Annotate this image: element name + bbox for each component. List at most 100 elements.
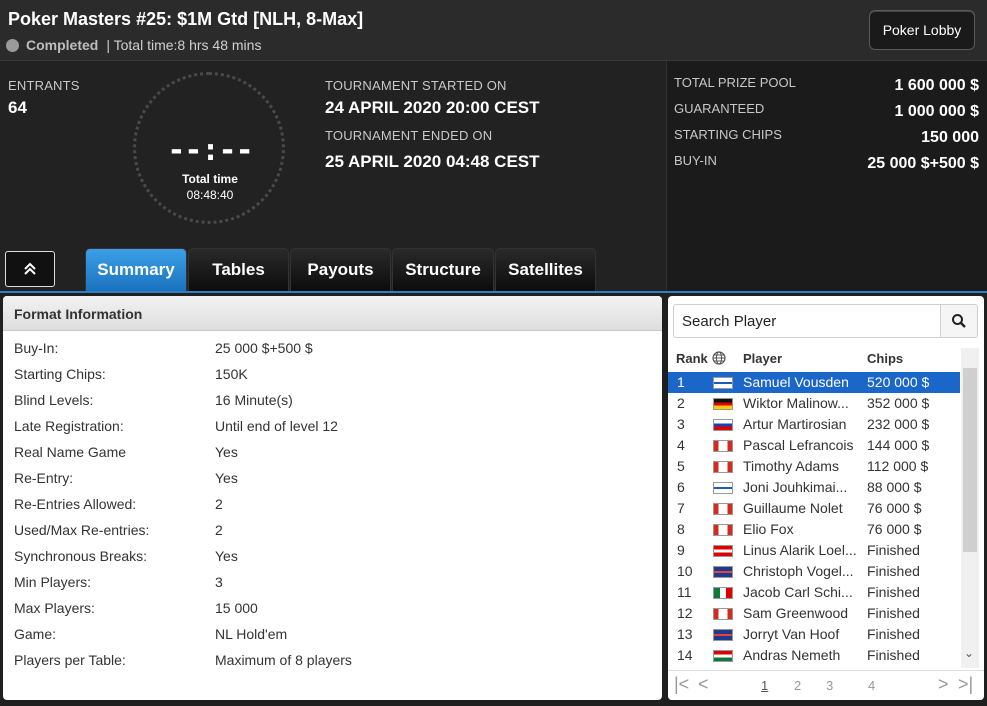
player-row[interactable]: 9 Linus Alarik Loel... Finished xyxy=(668,540,960,561)
buyin-value: 25 000 $+500 $ xyxy=(867,155,979,172)
globe-icon[interactable] xyxy=(712,351,726,365)
tab-summary[interactable]: Summary xyxy=(85,248,187,291)
flag-canada-icon xyxy=(713,608,733,620)
flag-uk-icon xyxy=(713,629,733,641)
player-row[interactable]: 12 Sam Greenwood Finished xyxy=(668,603,960,624)
format-row: Synchronous Breaks: Yes xyxy=(3,543,662,569)
search-button[interactable] xyxy=(940,304,978,338)
player-row[interactable]: 1 Samuel Vousden 520 000 $ xyxy=(668,372,960,393)
player-name: Samuel Vousden xyxy=(743,374,849,390)
player-rank: 8 xyxy=(677,521,685,537)
scrollbar-thumb[interactable] xyxy=(963,368,977,552)
player-rank: 10 xyxy=(677,563,693,579)
player-row[interactable]: 10 Christoph Vogel... Finished xyxy=(668,561,960,582)
player-name: Wiktor Malinow... xyxy=(743,395,849,411)
player-row[interactable]: 8 Elio Fox 76 000 $ xyxy=(668,519,960,540)
format-row: Re-Entry: Yes xyxy=(3,465,662,491)
flag-finland-icon xyxy=(713,377,733,389)
status-row: Completed | Total time:8 hrs 48 mins xyxy=(6,37,261,53)
player-chips: 144 000 $ xyxy=(867,437,930,453)
column-rank[interactable]: Rank xyxy=(676,351,708,366)
flag-canada-icon xyxy=(713,524,733,536)
search-icon xyxy=(952,314,966,328)
tab-satellites[interactable]: Satellites xyxy=(495,248,596,291)
format-label: Min Players: xyxy=(14,574,92,590)
player-chips: 520 000 $ xyxy=(867,374,930,390)
format-label: Used/Max Re-entries: xyxy=(14,522,150,538)
flag-canada-icon xyxy=(713,503,733,515)
column-chips[interactable]: Chips xyxy=(867,351,903,366)
format-row: Real Name Game Yes xyxy=(3,439,662,465)
player-row[interactable]: 4 Pascal Lefrancois 144 000 $ xyxy=(668,435,960,456)
format-value: 2 xyxy=(215,496,223,512)
tournament-title: Poker Masters #25: $1M Gtd [NLH, 8-Max] xyxy=(8,9,364,29)
format-label: Players per Table: xyxy=(14,652,126,668)
format-row: Max Players: 15 000 xyxy=(3,595,662,621)
tab-tables[interactable]: Tables xyxy=(188,248,289,291)
player-rank: 12 xyxy=(677,605,693,621)
flag-canada-icon xyxy=(713,440,733,452)
player-row[interactable]: 14 Andras Nemeth Finished xyxy=(668,645,960,666)
tab-divider xyxy=(0,291,987,293)
tab-payouts[interactable]: Payouts xyxy=(290,248,391,291)
total-time-text: | Total time:8 hrs 48 mins xyxy=(106,37,262,53)
format-value: 16 Minute(s) xyxy=(215,392,293,408)
player-row[interactable]: 6 Joni Jouhkimai... 88 000 $ xyxy=(668,477,960,498)
first-page-icon[interactable]: |< xyxy=(674,674,689,695)
last-page-icon[interactable]: >| xyxy=(958,674,973,695)
scroll-down-icon[interactable]: ⌄ xyxy=(964,646,974,660)
player-row[interactable]: 3 Artur Martirosian 232 000 $ xyxy=(668,414,960,435)
format-value: Yes xyxy=(215,470,238,486)
page-1[interactable]: 1 xyxy=(761,678,768,693)
player-row[interactable]: 7 Guillaume Nolet 76 000 $ xyxy=(668,498,960,519)
format-row: Game: NL Hold'em xyxy=(3,621,662,647)
format-value: Until end of level 12 xyxy=(215,418,338,434)
flag-finland-icon xyxy=(713,482,733,494)
player-name: Linus Alarik Loel... xyxy=(743,542,857,558)
flag-germany-icon xyxy=(713,398,733,410)
status-text: Completed xyxy=(26,37,99,53)
format-value: Yes xyxy=(215,548,238,564)
guaranteed-label: GUARANTEED xyxy=(674,101,765,116)
player-name: Andras Nemeth xyxy=(743,647,841,663)
poker-lobby-button[interactable]: Poker Lobby xyxy=(869,10,975,50)
player-row[interactable]: 2 Wiktor Malinow... 352 000 $ xyxy=(668,393,960,414)
format-value: 3 xyxy=(215,574,223,590)
ended-value: 25 APRIL 2020 04:48 CEST xyxy=(325,152,540,171)
player-chips: 76 000 $ xyxy=(867,500,922,516)
player-row[interactable]: 5 Timothy Adams 112 000 $ xyxy=(668,456,960,477)
format-label: Real Name Game xyxy=(14,444,127,460)
page-2[interactable]: 2 xyxy=(794,678,801,693)
format-value: Maximum of 8 players xyxy=(215,652,352,668)
buyin-label: BUY-IN xyxy=(674,153,717,168)
flag-austria-icon xyxy=(713,545,733,557)
player-chips: Finished xyxy=(867,647,920,663)
collapse-button[interactable] xyxy=(5,251,55,287)
page-3[interactable]: 3 xyxy=(826,678,833,693)
player-rank: 6 xyxy=(677,479,685,495)
next-page-icon[interactable]: > xyxy=(938,674,949,695)
ended-label: TOURNAMENT ENDED ON xyxy=(325,128,493,143)
format-row: Min Players: 3 xyxy=(3,569,662,595)
format-row: Re-Entries Allowed: 2 xyxy=(3,491,662,517)
player-chips: Finished xyxy=(867,626,920,642)
page-4[interactable]: 4 xyxy=(868,678,875,693)
flag-uk-icon xyxy=(713,566,733,578)
format-value: 15 000 xyxy=(215,600,258,616)
format-value: 25 000 $+500 $ xyxy=(215,340,313,356)
clock-label: Total time xyxy=(182,172,238,186)
status-dot-icon xyxy=(6,38,19,52)
format-label: Max Players: xyxy=(14,600,95,616)
prev-page-icon[interactable]: < xyxy=(698,674,709,695)
player-rank: 2 xyxy=(677,395,685,411)
format-row: Players per Table: Maximum of 8 players xyxy=(3,647,662,673)
entrants-label: ENTRANTS xyxy=(8,78,80,93)
player-name: Artur Martirosian xyxy=(743,416,847,432)
player-row[interactable]: 11 Jacob Carl Schi... Finished xyxy=(668,582,960,603)
player-name: Jacob Carl Schi... xyxy=(743,584,853,600)
column-player[interactable]: Player xyxy=(743,351,782,366)
tab-structure[interactable]: Structure xyxy=(392,248,494,291)
player-row[interactable]: 13 Jorryt Van Hoof Finished xyxy=(668,624,960,645)
flag-canada-icon xyxy=(713,461,733,473)
format-information-panel: Format Information Buy-In: 25 000 $+500 $… xyxy=(3,296,662,700)
